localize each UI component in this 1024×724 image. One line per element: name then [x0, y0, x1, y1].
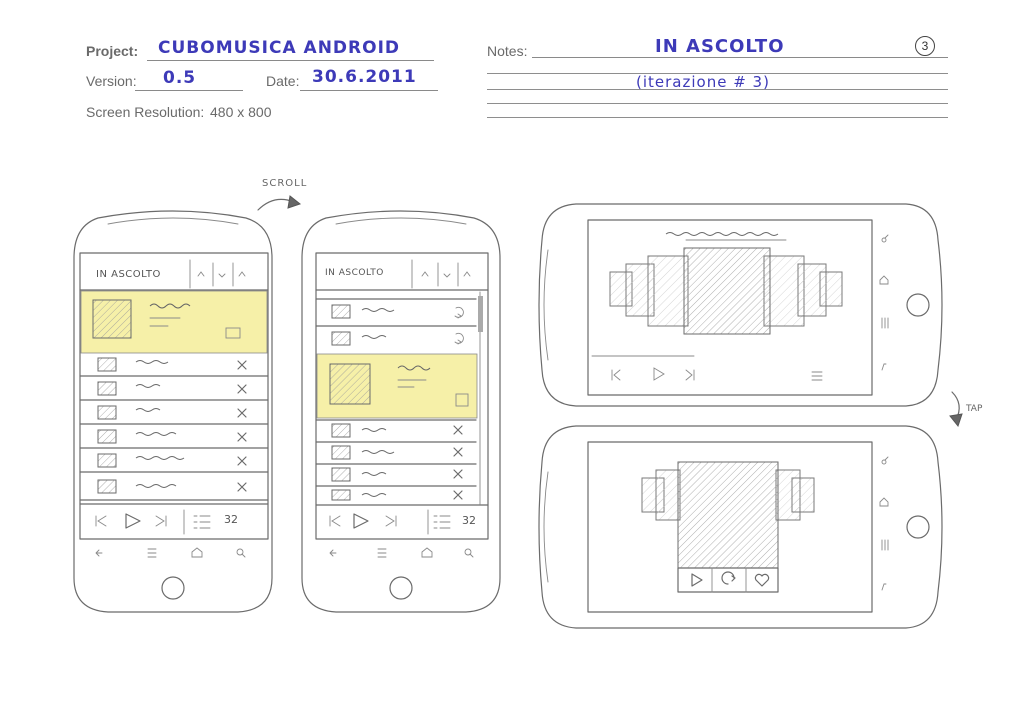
project-value: CUBOMUSICA ANDROID: [158, 38, 401, 58]
page-number-badge: 3: [915, 36, 935, 56]
list-rows: [79, 357, 269, 501]
phone1-counter: 32: [224, 513, 238, 526]
phone2-title: IN ASCOLTO: [325, 268, 384, 278]
date-underline: [300, 90, 438, 91]
project-underline: [147, 60, 434, 61]
notes-title: IN ASCOLTO: [655, 36, 785, 57]
phone2-counter: 32: [462, 514, 476, 527]
notes-subtitle: (iterazione # 3): [636, 73, 770, 91]
version-underline: [135, 90, 243, 91]
notes-label: Notes:: [487, 43, 528, 59]
resolution-label: Screen Resolution:: [86, 104, 205, 120]
date-label: Date:: [266, 73, 300, 89]
resolution-value: 480 x 800: [210, 104, 272, 120]
tap-arrow-icon: [949, 391, 963, 428]
notes-line-3: [487, 103, 948, 104]
phone-landscape-2: [538, 425, 943, 629]
version-label: Version:: [86, 73, 137, 89]
notes-underline-0: [532, 57, 948, 58]
version-value: 0.5: [163, 68, 197, 88]
phone-landscape-1: [538, 203, 943, 407]
notes-line-4: [487, 117, 948, 118]
phone1-title: IN ASCOLTO: [96, 269, 161, 280]
date-value: 30.6.2011: [312, 67, 417, 87]
project-label: Project:: [86, 43, 139, 59]
